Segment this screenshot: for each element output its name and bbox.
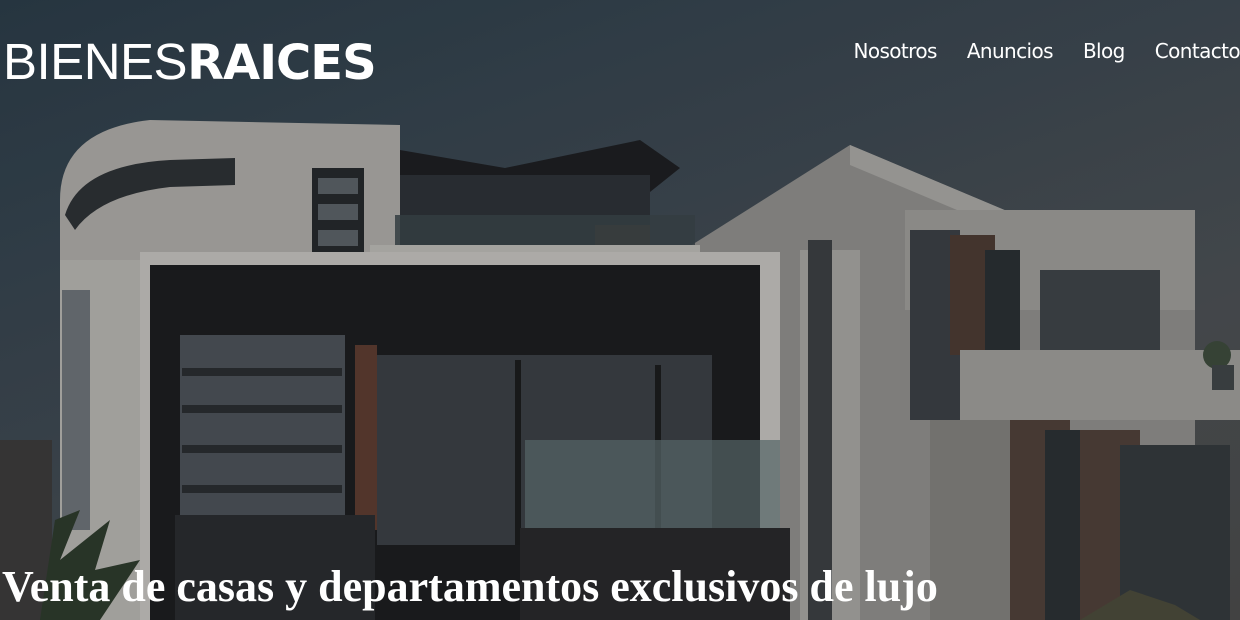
logo-bold-text: RAICES xyxy=(187,35,377,91)
site-logo[interactable]: BIENESRAICES xyxy=(3,30,377,95)
hero-section: BIENESRAICES Nosotros Anuncios Blog Cont… xyxy=(0,0,1240,620)
hero-title: Venta de casas y departamentos exclusivo… xyxy=(2,562,938,611)
nav-link-nosotros[interactable]: Nosotros xyxy=(853,37,937,65)
nav-link-anuncios[interactable]: Anuncios xyxy=(967,37,1054,65)
site-header: BIENESRAICES Nosotros Anuncios Blog Cont… xyxy=(0,0,1240,110)
nav-link-contacto[interactable]: Contacto xyxy=(1155,37,1240,65)
nav-link-blog[interactable]: Blog xyxy=(1083,37,1125,65)
logo-light-text: BIENES xyxy=(3,33,188,90)
main-navigation: Nosotros Anuncios Blog Contacto xyxy=(853,37,1240,65)
